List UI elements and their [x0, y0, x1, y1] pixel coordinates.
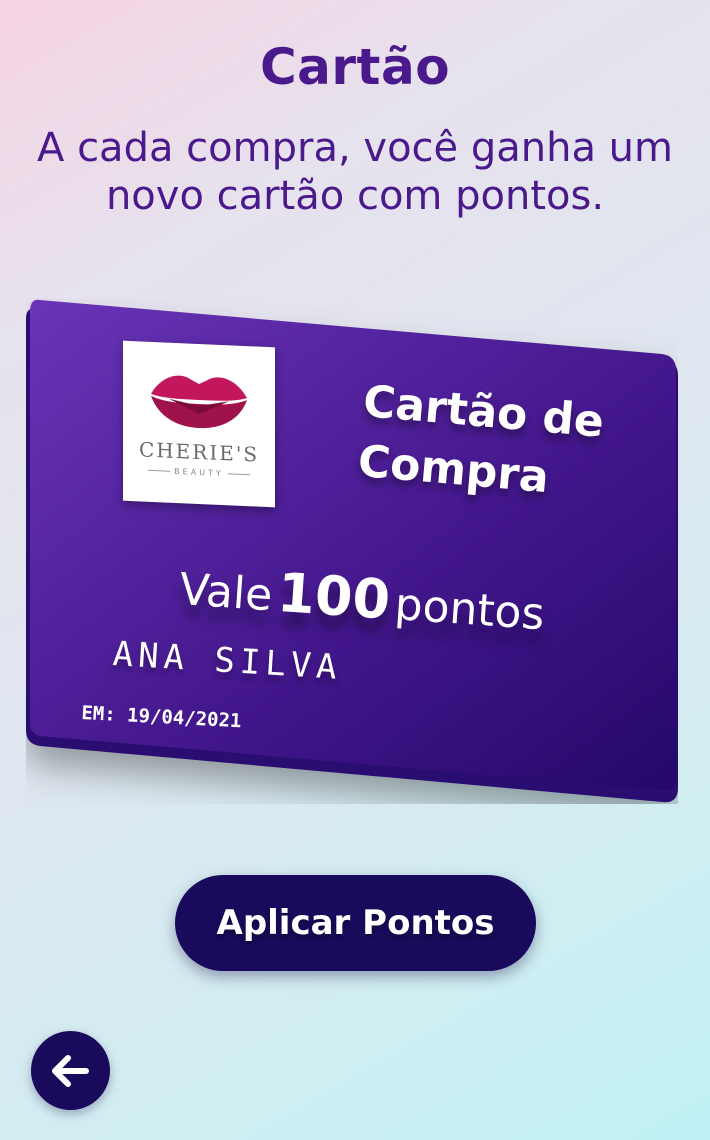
points-unit: pontos	[393, 579, 547, 641]
purchase-card: CHERIE'S BEAUTY Cartão de Compra Vale 10…	[26, 298, 678, 804]
brand-tagline: BEAUTY	[123, 465, 275, 481]
back-button[interactable]	[31, 1031, 110, 1110]
apply-points-button[interactable]: Aplicar Pontos	[175, 875, 536, 971]
page-subtitle: A cada compra, você ganha um novo cartão…	[36, 125, 673, 219]
brand-name: CHERIE'S	[138, 437, 260, 467]
lips-icon	[151, 375, 247, 429]
value-prefix: Vale	[177, 563, 275, 622]
points-number: 100	[275, 560, 393, 632]
brand-logo: CHERIE'S BEAUTY	[123, 340, 275, 508]
arrow-left-icon	[52, 1055, 89, 1087]
page-title: Cartão	[259, 38, 451, 96]
